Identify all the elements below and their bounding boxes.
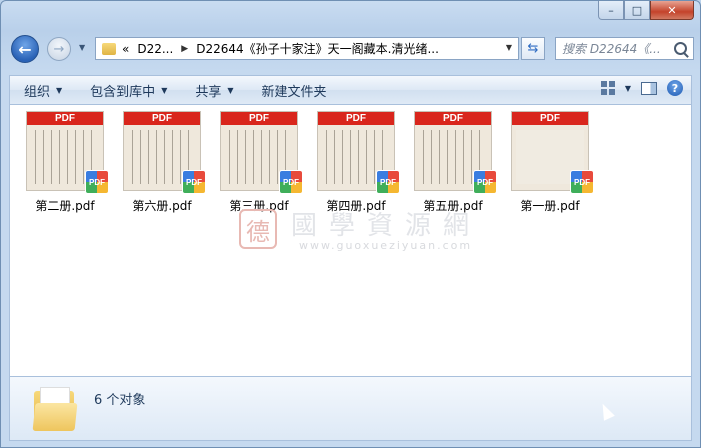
new-folder-label: 新建文件夹 bbox=[261, 84, 327, 100]
pdf-thumbnail: PDF PDF bbox=[414, 111, 497, 194]
chevron-down-icon: ▼ bbox=[227, 85, 234, 95]
file-name: 第一册.pdf bbox=[520, 199, 580, 213]
address-dropdown-icon[interactable]: ▼ bbox=[506, 43, 512, 52]
file-name: 第二册.pdf bbox=[35, 199, 95, 213]
pdf-reader-icon: PDF bbox=[570, 170, 594, 194]
chevron-down-icon: ▼ bbox=[56, 85, 63, 95]
search-icon[interactable] bbox=[674, 42, 687, 55]
refresh-icon: ⇆ bbox=[527, 41, 539, 56]
pdf-thumbnail: PDF PDF bbox=[511, 111, 594, 194]
object-count: 6 个对象 bbox=[94, 393, 146, 408]
command-bar: 组织 ▼ 包含到库中 ▼ 共享 ▼ 新建文件夹 ▼ ? bbox=[9, 75, 692, 105]
pdf-reader-icon: PDF bbox=[473, 170, 497, 194]
share-label: 共享 bbox=[195, 84, 222, 100]
organize-menu[interactable]: 组织 ▼ bbox=[10, 81, 76, 100]
pdf-band-label: PDF bbox=[27, 112, 103, 125]
file-name: 第六册.pdf bbox=[132, 199, 192, 213]
pdf-band-label: PDF bbox=[221, 112, 297, 125]
back-button[interactable]: ← bbox=[11, 35, 39, 63]
chevron-down-icon: ▼ bbox=[161, 85, 168, 95]
breadcrumb-parent[interactable]: D22... bbox=[137, 42, 173, 56]
breadcrumb-chevron-icon[interactable]: ▶ bbox=[181, 44, 188, 54]
file-item[interactable]: PDF PDF 第六册.pdf bbox=[116, 111, 208, 214]
file-list: PDF PDF 第二册.pdf PDF PDF 第六册.pdf PDF PDF … bbox=[9, 105, 692, 377]
pdf-thumbnail: PDF PDF bbox=[123, 111, 206, 194]
file-name: 第三册.pdf bbox=[229, 199, 289, 213]
file-item[interactable]: PDF PDF 第五册.pdf bbox=[407, 111, 499, 214]
forward-button[interactable]: → bbox=[47, 37, 71, 61]
search-input[interactable]: 搜索 D22644《... bbox=[555, 37, 694, 60]
share-menu[interactable]: 共享 ▼ bbox=[181, 81, 247, 100]
organize-label: 组织 bbox=[24, 84, 51, 100]
folder-icon bbox=[102, 42, 116, 55]
explorer-window: – □ ✕ ← → ▼ « D22... ▶ D22644《孙子十家注》天一阁藏… bbox=[0, 0, 701, 448]
pdf-reader-icon: PDF bbox=[376, 170, 400, 194]
back-arrow-icon: ← bbox=[18, 39, 32, 59]
watermark-seal: 德 bbox=[239, 209, 277, 249]
pdf-reader-icon: PDF bbox=[85, 170, 109, 194]
large-folder-icon bbox=[32, 387, 78, 431]
breadcrumb-overflow[interactable]: « bbox=[122, 42, 129, 56]
details-pane: 6 个对象 bbox=[9, 377, 692, 441]
forward-arrow-icon: → bbox=[53, 41, 65, 57]
pdf-thumbnail: PDF PDF bbox=[220, 111, 303, 194]
file-name: 第四册.pdf bbox=[326, 199, 386, 213]
search-placeholder: 搜索 D22644《... bbox=[562, 42, 661, 56]
pdf-reader-icon: PDF bbox=[279, 170, 303, 194]
file-item[interactable]: PDF PDF 第二册.pdf bbox=[19, 111, 111, 214]
watermark-url: www.guoxueziyuan.com bbox=[299, 239, 473, 252]
breadcrumb-current[interactable]: D22644《孙子十家注》天一阁藏本.清光绪... bbox=[196, 40, 439, 57]
navigation-bar: ← → ▼ « D22... ▶ D22644《孙子十家注》天一阁藏本.清光绪.… bbox=[9, 33, 694, 67]
maximize-button[interactable]: □ bbox=[624, 1, 650, 20]
pdf-thumbnail: PDF PDF bbox=[317, 111, 400, 194]
pdf-band-label: PDF bbox=[512, 112, 588, 125]
include-in-library-menu[interactable]: 包含到库中 ▼ bbox=[76, 81, 181, 100]
include-in-library-label: 包含到库中 bbox=[90, 84, 156, 100]
pdf-thumbnail: PDF PDF bbox=[26, 111, 109, 194]
address-bar[interactable]: « D22... ▶ D22644《孙子十家注》天一阁藏本.清光绪... ▼ bbox=[95, 37, 519, 60]
preview-pane-icon[interactable] bbox=[641, 81, 657, 95]
recent-pages-dropdown-icon[interactable]: ▼ bbox=[79, 43, 85, 52]
pdf-band-label: PDF bbox=[318, 112, 394, 125]
file-item[interactable]: PDF PDF 第一册.pdf bbox=[504, 111, 596, 214]
refresh-button[interactable]: ⇆ bbox=[521, 37, 545, 60]
file-name: 第五册.pdf bbox=[423, 199, 483, 213]
change-view-icon[interactable] bbox=[600, 81, 615, 95]
pdf-band-label: PDF bbox=[415, 112, 491, 125]
file-item[interactable]: PDF PDF 第三册.pdf bbox=[213, 111, 305, 214]
view-controls: ▼ ? bbox=[600, 80, 683, 96]
minimize-button[interactable]: – bbox=[598, 1, 624, 20]
caption-buttons: – □ ✕ bbox=[598, 1, 694, 20]
pdf-band-label: PDF bbox=[124, 112, 200, 125]
watermark: 德 國學資源網 www.guoxueziyuan.com bbox=[239, 209, 479, 253]
close-button[interactable]: ✕ bbox=[650, 1, 694, 20]
new-folder-button[interactable]: 新建文件夹 bbox=[248, 81, 341, 100]
view-options-chevron-icon[interactable]: ▼ bbox=[625, 84, 631, 93]
help-icon[interactable]: ? bbox=[667, 80, 683, 96]
pdf-reader-icon: PDF bbox=[182, 170, 206, 194]
file-item[interactable]: PDF PDF 第四册.pdf bbox=[310, 111, 402, 214]
